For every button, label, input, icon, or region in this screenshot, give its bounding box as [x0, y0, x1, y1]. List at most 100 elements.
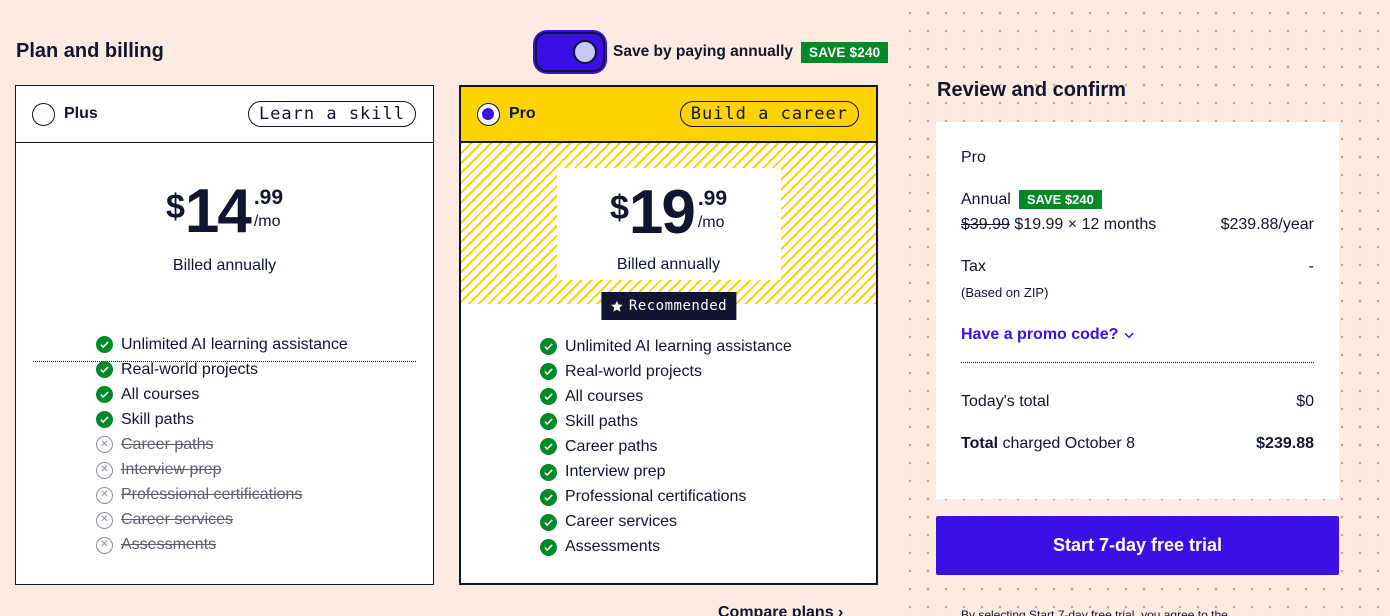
price-cents: .99: [697, 187, 728, 210]
summary-total-bold: Total: [961, 435, 999, 452]
feature-item: Career services: [540, 510, 792, 535]
plan-name: Plus: [64, 105, 98, 122]
summary-price-row: $39.99 $19.99 × 12 months $239.88/year: [961, 216, 1314, 234]
feature-label: All courses: [565, 387, 644, 405]
feature-item: Skill paths: [540, 409, 792, 434]
currency-symbol: $: [165, 188, 185, 226]
plan-tag: Build a career: [679, 101, 859, 127]
feature-list-pro: Unlimited AI learning assistance Real-wor…: [540, 334, 792, 560]
feature-label: Interview prep: [121, 461, 222, 479]
check-circle-icon: [96, 386, 113, 404]
summary-tax-note-row: (Based on ZIP): [961, 285, 1314, 300]
summary-billing-label: Annual: [961, 190, 1011, 208]
check-circle-icon: [540, 438, 557, 456]
feature-label: Career paths: [121, 435, 214, 453]
summary-today-row: Today's total $0: [961, 393, 1314, 411]
check-circle-icon: [540, 463, 557, 481]
compare-plans-link[interactable]: Compare plans ›: [718, 604, 843, 616]
toggle-label: Save by paying annually: [613, 43, 794, 60]
toggle-knob: [573, 40, 597, 64]
price-period: /mo: [697, 214, 725, 231]
summary-tax-note: (Based on ZIP): [961, 285, 1049, 300]
chevron-right-icon: ›: [838, 604, 844, 616]
feature-list-plus: Unlimited AI learning assistance Real-wor…: [96, 332, 348, 558]
plan-card-pro[interactable]: Pro Build a career $ 19 .99 /mo Billed a…: [459, 85, 878, 585]
price-dollars: 19: [628, 178, 696, 247]
check-circle-icon: [96, 411, 113, 429]
summary-today-value: $0: [1296, 393, 1314, 410]
plan-radio-pro[interactable]: [477, 102, 500, 126]
feature-label: Career services: [565, 513, 678, 531]
summary-today-label: Today's total: [961, 393, 1050, 410]
check-circle-icon: [96, 361, 113, 379]
feature-item: ✕ Career paths: [96, 432, 348, 457]
check-circle-icon: [540, 488, 557, 506]
feature-item: Skill paths: [96, 407, 348, 432]
x-circle-icon: ✕: [96, 436, 113, 454]
x-circle-icon: ✕: [96, 486, 113, 504]
summary-total-label: charged October 8: [998, 435, 1135, 452]
summary-tax-value: -: [1308, 258, 1314, 275]
feature-item: Assessments: [540, 535, 792, 560]
price-cents: .99: [253, 186, 284, 209]
promo-code-label: Have a promo code?: [961, 326, 1119, 343]
feature-label: Career services: [121, 511, 234, 529]
feature-item: Real-world projects: [540, 359, 792, 384]
price-box: $ 19 .99 /mo Billed annually: [556, 168, 781, 280]
billed-note: Billed annually: [616, 256, 721, 273]
terms-fine-print: By selecting Start 7-day free trial, you…: [961, 608, 1228, 616]
feature-item: Interview prep: [540, 459, 792, 484]
plan-and-billing-heading: Plan and billing: [16, 40, 164, 62]
plan-radio-plus[interactable]: [32, 102, 55, 126]
x-circle-icon: ✕: [96, 536, 113, 554]
summary-billing-row: Annual SAVE $240: [961, 190, 1314, 209]
feature-label: Professional certifications: [565, 488, 747, 506]
price-area-striped: $ 19 .99 /mo Billed annually: [461, 143, 876, 304]
feature-item: Career paths: [540, 434, 792, 459]
plan-card-plus[interactable]: Plus Learn a skill $ 14 .99 /mo Billed a…: [15, 85, 434, 585]
promo-code-link[interactable]: Have a promo code?: [961, 326, 1136, 344]
summary-save-badge: SAVE $240: [1018, 190, 1102, 209]
star-icon: [610, 300, 623, 312]
feature-label: Real-world projects: [121, 360, 258, 378]
order-summary-panel: Pro Annual SAVE $240 $39.99 $19.99 × 12 …: [936, 122, 1339, 499]
feature-label: Skill paths: [565, 412, 638, 430]
feature-label: Assessments: [121, 536, 217, 554]
check-circle-icon: [540, 538, 557, 556]
feature-item: Real-world projects: [96, 357, 348, 382]
save-badge: SAVE $240: [801, 41, 889, 63]
check-circle-icon: [540, 413, 557, 431]
summary-divider: [961, 362, 1314, 363]
feature-label: Unlimited AI learning assistance: [121, 335, 348, 353]
recommended-badge: Recommended: [600, 292, 737, 320]
summary-plan-name: Pro: [961, 149, 986, 166]
feature-label: All courses: [121, 385, 200, 403]
summary-tax-row: Tax -: [961, 258, 1314, 276]
feature-label: Interview prep: [565, 463, 666, 481]
price: $ 14 .99 /mo: [105, 181, 345, 243]
feature-item: All courses: [96, 382, 348, 407]
check-circle-icon: [540, 363, 557, 381]
plan-name: Pro: [509, 105, 536, 122]
x-circle-icon: ✕: [96, 511, 113, 529]
feature-item: ✕ Interview prep: [96, 457, 348, 482]
feature-item: ✕ Career services: [96, 508, 348, 533]
plan-card-header: Plus Learn a skill: [16, 86, 433, 143]
review-and-confirm-heading: Review and confirm: [937, 79, 1126, 101]
summary-total-value: $239.88: [1256, 435, 1314, 452]
feature-label: Skill paths: [121, 410, 194, 428]
chevron-down-icon: [1124, 332, 1134, 339]
check-circle-icon: [96, 336, 113, 354]
summary-tax-label: Tax: [961, 258, 986, 275]
pay-annually-toggle[interactable]: [535, 32, 605, 72]
billed-note: Billed annually: [172, 257, 277, 274]
price: $ 19 .99 /mo: [557, 182, 781, 244]
start-free-trial-button[interactable]: Start 7-day free trial: [936, 516, 1339, 575]
summary-price-detail: $19.99 × 12 months: [1014, 216, 1157, 233]
currency-symbol: $: [609, 189, 629, 227]
price-area: $ 14 .99 /mo Billed annually: [16, 143, 433, 362]
feature-item: All courses: [540, 384, 792, 409]
feature-item: Unlimited AI learning assistance: [540, 334, 792, 359]
feature-label: Assessments: [565, 538, 661, 556]
summary-old-price: $39.99: [961, 216, 1010, 233]
